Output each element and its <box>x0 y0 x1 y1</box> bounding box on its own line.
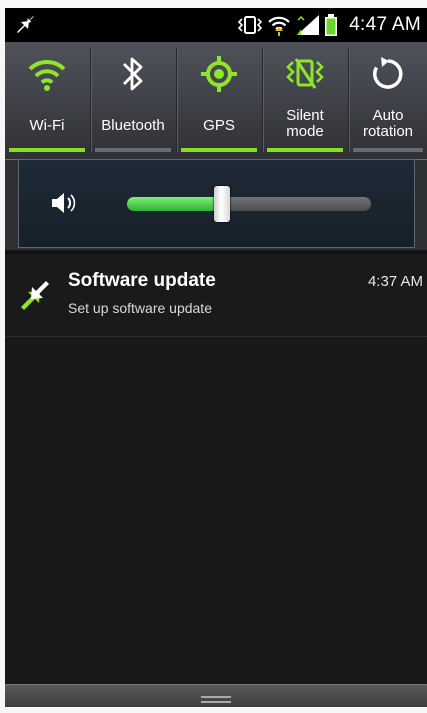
panel-drag-handle[interactable] <box>5 684 427 707</box>
tile-status-bar <box>267 148 343 152</box>
status-time: 4:47 AM <box>349 14 421 35</box>
tile-auto-rotation[interactable]: Auto rotation <box>349 42 427 159</box>
tile-label-wifi: Wi-Fi <box>29 117 65 134</box>
volume-slider-thumb[interactable] <box>214 186 230 222</box>
empty-notification-area <box>5 337 427 684</box>
wifi-icon <box>26 59 68 98</box>
software-update-icon <box>15 15 37 40</box>
auto-rotation-icon <box>368 57 408 98</box>
volume-control <box>18 159 415 248</box>
tile-label-auto-rotation: Auto rotation <box>362 107 414 140</box>
speaker-icon[interactable] <box>49 188 79 223</box>
tile-status-bar <box>181 148 257 152</box>
tile-label-gps: GPS <box>203 117 235 134</box>
signal-icon <box>295 13 321 42</box>
tile-label-silent-mode: Silent mode <box>286 107 324 140</box>
page-margin <box>0 0 427 8</box>
bluetooth-icon <box>118 57 148 98</box>
notification-panel: 4:47 AM Wi-Fi Bluetooth GPS Silent mode … <box>5 8 427 707</box>
notification-item[interactable]: Software update Set up software update 4… <box>5 254 427 337</box>
tile-wifi[interactable]: Wi-Fi <box>5 42 89 159</box>
quick-settings: Wi-Fi Bluetooth GPS Silent mode Auto rot… <box>5 42 427 160</box>
tile-status-bar <box>353 148 423 152</box>
tile-status-bar <box>95 148 171 152</box>
volume-slider-track[interactable] <box>127 197 371 211</box>
status-bar: 4:47 AM <box>5 8 427 42</box>
tile-silent-mode[interactable]: Silent mode <box>263 42 347 159</box>
tile-label-bluetooth: Bluetooth <box>101 117 165 134</box>
drag-grip-icon <box>201 692 231 707</box>
vibrate-icon <box>237 14 263 41</box>
tile-bluetooth[interactable]: Bluetooth <box>91 42 175 159</box>
screen: 4:47 AM Wi-Fi Bluetooth GPS Silent mode … <box>0 0 427 713</box>
notification-title: Software update <box>68 270 216 291</box>
notification-time: 4:37 AM <box>367 273 423 290</box>
software-update-icon <box>18 281 52 316</box>
volume-slider-fill <box>127 197 222 211</box>
battery-icon <box>324 14 338 41</box>
notification-subtitle: Set up software update <box>68 300 212 316</box>
tile-status-bar <box>9 148 85 152</box>
page-margin <box>0 707 427 713</box>
gps-icon <box>198 56 240 98</box>
wifi-icon <box>267 14 291 41</box>
tile-gps[interactable]: GPS <box>177 42 261 159</box>
vibrate-icon <box>282 58 328 98</box>
